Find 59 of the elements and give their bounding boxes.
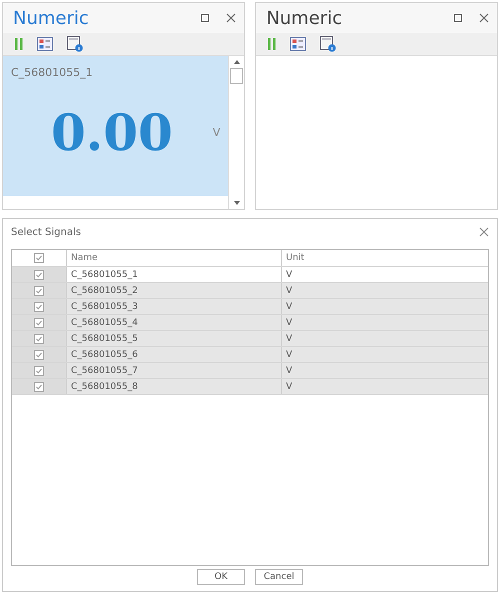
row-checkbox[interactable]	[34, 318, 44, 328]
dialog-button[interactable]: OK	[197, 569, 245, 585]
table-row[interactable]: C_56801055_7 V	[12, 363, 488, 379]
scroll-down-icon[interactable]	[232, 200, 241, 206]
row-checkbox[interactable]	[34, 382, 44, 392]
info-icon[interactable]	[320, 36, 336, 52]
table-cell-text: V	[285, 268, 294, 282]
row-checkbox[interactable]	[34, 366, 44, 376]
table-cell-text: V	[285, 364, 294, 378]
table-cell-text: V	[285, 284, 294, 298]
close-icon[interactable]	[479, 13, 489, 23]
scroll-up-icon[interactable]	[232, 59, 241, 65]
scroll-thumb[interactable]	[230, 68, 244, 84]
pause-icon[interactable]	[15, 38, 23, 50]
row-checkbox[interactable]	[34, 270, 44, 280]
row-checkbox[interactable]	[34, 302, 44, 312]
row-checkbox[interactable]	[34, 350, 44, 360]
signal-unit: V	[212, 126, 220, 139]
column-header[interactable]: Name	[67, 250, 282, 266]
close-icon[interactable]	[226, 13, 236, 23]
table-row[interactable]: C_56801055_8 V	[12, 379, 488, 395]
list-icon[interactable]	[290, 37, 306, 51]
table-cell-text: V	[285, 332, 294, 346]
table-row[interactable]: C_56801055_5 V	[12, 331, 488, 347]
select-all-checkbox[interactable]	[34, 253, 44, 263]
table-cell: C_56801055_8	[67, 379, 282, 394]
row-checkbox[interactable]	[34, 286, 44, 296]
maximize-icon[interactable]	[453, 13, 463, 23]
column-header[interactable]: Unit	[282, 250, 488, 266]
row-checkbox[interactable]	[34, 334, 44, 344]
table-cell-text: V	[285, 300, 294, 314]
info-icon[interactable]	[67, 36, 83, 52]
table-cell: C_56801055_7	[67, 363, 282, 378]
signal-tile[interactable]: C_56801055_1 0.00 V	[3, 56, 228, 196]
table-row[interactable]: C_56801055_6 V	[12, 347, 488, 363]
pause-icon[interactable]	[268, 38, 276, 50]
panel-title: Numeric	[266, 8, 344, 28]
table-row[interactable]: C_56801055_4 V	[12, 315, 488, 331]
table-cell: C_56801055_5	[67, 331, 282, 346]
panel-title: Numeric	[13, 8, 90, 28]
table-row[interactable]: C_56801055_1 V	[12, 267, 488, 283]
table-cell: C_56801055_6	[67, 347, 282, 362]
table-row[interactable]: C_56801055_3 V	[12, 299, 488, 315]
table-cell: C_56801055_2	[67, 283, 282, 298]
signal-name: C_56801055_1	[11, 66, 94, 79]
table-row[interactable]: C_56801055_2 V	[12, 283, 488, 299]
maximize-icon[interactable]	[200, 13, 210, 23]
dialog-button[interactable]: Cancel	[255, 569, 303, 585]
list-icon[interactable]	[37, 37, 53, 51]
table-cell-text: V	[285, 316, 294, 330]
table-cell-text: V	[285, 380, 294, 394]
table-cell: C_56801055_3	[67, 299, 282, 314]
scrollbar[interactable]	[228, 56, 244, 209]
table-cell: C_56801055_4	[67, 315, 282, 330]
table-cell-text: V	[285, 348, 294, 362]
dialog-title: Select Signals	[11, 226, 81, 238]
table-cell: C_56801055_1	[67, 267, 282, 282]
close-icon[interactable]	[479, 227, 489, 237]
signal-value: 0.00	[51, 103, 173, 162]
